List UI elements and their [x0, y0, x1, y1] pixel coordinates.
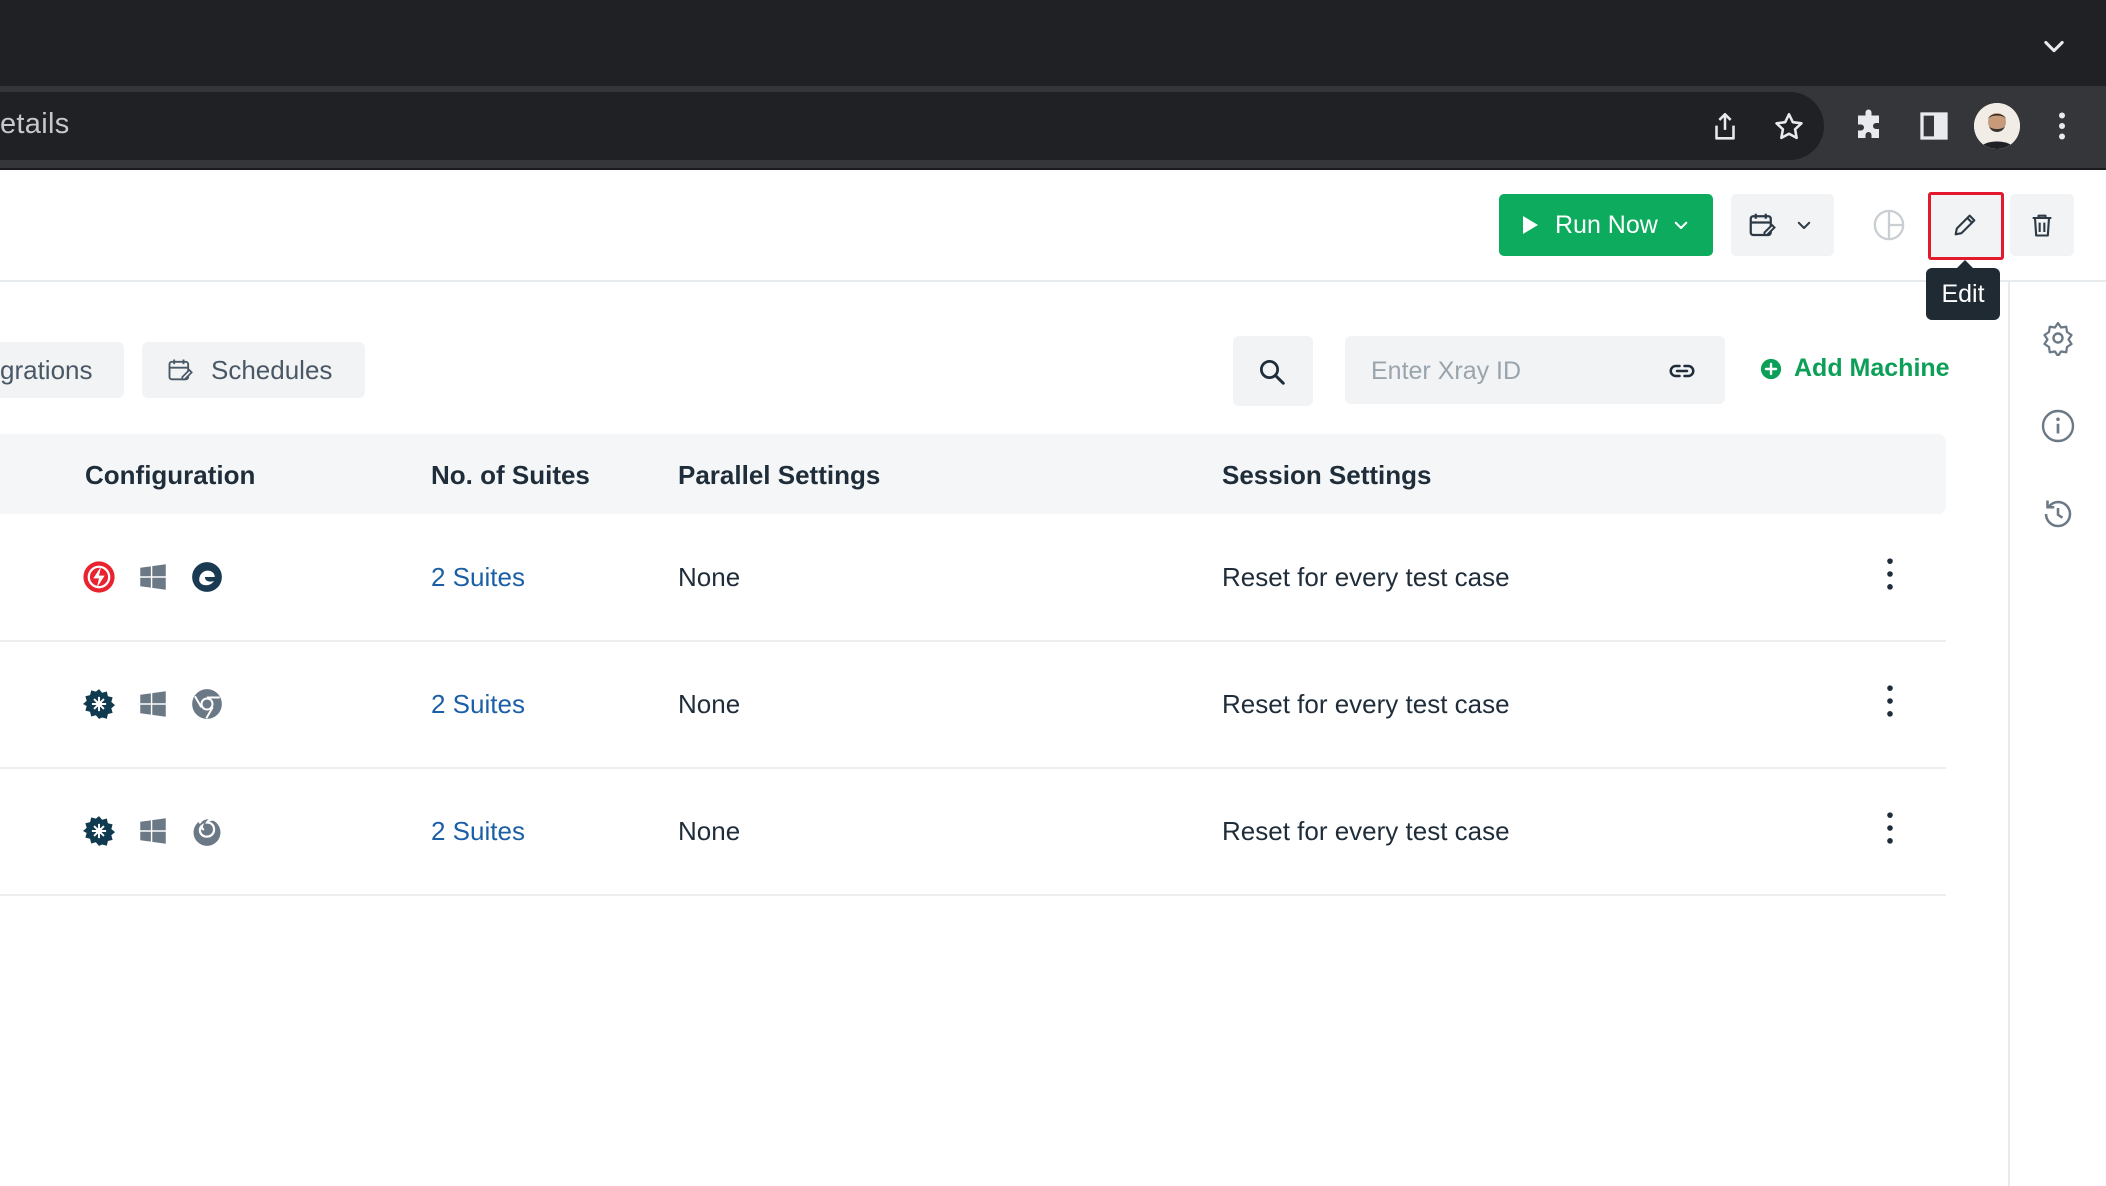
- address-bar[interactable]: etails: [0, 92, 1824, 160]
- edit-button[interactable]: [1928, 192, 2004, 260]
- browser-toolbar: etails: [0, 86, 2106, 170]
- column-header-suites: No. of Suites: [431, 460, 590, 490]
- chevron-down-icon: [1797, 221, 1811, 229]
- windows-icon: [140, 691, 166, 717]
- calendar-edit-icon: [1749, 213, 1776, 237]
- suites-link[interactable]: 2 Suites: [431, 689, 525, 720]
- tab-schedules[interactable]: Schedules: [142, 342, 365, 398]
- table-row[interactable]: 2 Suites None Reset for every test case: [0, 641, 1946, 769]
- calendar-edit-icon: [168, 359, 193, 381]
- tab-integrations-label: grations: [0, 354, 93, 385]
- trash-icon: [2032, 214, 2052, 237]
- info-icon[interactable]: [2040, 408, 2076, 444]
- row-menu-icon[interactable]: [1876, 681, 1904, 721]
- column-header-configuration: Configuration: [85, 460, 256, 490]
- share-icon[interactable]: [1708, 110, 1742, 144]
- table-row[interactable]: 2 Suites None Reset for every test case: [0, 514, 1946, 642]
- session-value: Reset for every test case: [1222, 689, 1510, 719]
- edge-icon: [192, 562, 222, 592]
- pie-chart-icon: [1873, 209, 1905, 241]
- bookmark-star-icon[interactable]: [1772, 110, 1806, 144]
- session-value: Reset for every test case: [1222, 562, 1510, 592]
- tab-integrations[interactable]: grations: [0, 342, 124, 398]
- side-panel-icon[interactable]: [1916, 108, 1952, 144]
- add-machine-button[interactable]: Add Machine: [1760, 354, 1950, 383]
- windows-icon: [140, 818, 166, 844]
- plus-circle-icon: [1760, 358, 1782, 379]
- firefox-icon: [193, 817, 221, 846]
- column-header-session: Session Settings: [1222, 460, 1432, 490]
- xray-id-input[interactable]: [1345, 336, 1673, 406]
- play-icon: [1523, 216, 1538, 234]
- suites-link[interactable]: 2 Suites: [431, 816, 525, 847]
- row-menu-icon[interactable]: [1876, 554, 1904, 594]
- parallel-value: None: [678, 562, 741, 592]
- settings-gear-icon[interactable]: [2040, 320, 2076, 356]
- browser-tab-strip: [0, 0, 2106, 86]
- history-icon[interactable]: [2040, 496, 2076, 532]
- pencil-icon: [1954, 214, 1976, 236]
- add-machine-label: Add Machine: [1794, 354, 1950, 382]
- session-value: Reset for every test case: [1222, 816, 1510, 846]
- extensions-puzzle-icon[interactable]: [1852, 108, 1888, 144]
- chevron-down-icon[interactable]: [1672, 216, 1690, 234]
- parallel-value: None: [678, 689, 741, 719]
- chrome-icon: [192, 689, 222, 719]
- edit-tooltip: Edit: [1926, 260, 2000, 320]
- table-row[interactable]: 2 Suites None Reset for every test case: [0, 768, 1946, 896]
- suites-link[interactable]: 2 Suites: [431, 562, 525, 593]
- configuration-icons: [82, 814, 244, 848]
- tab-schedules-label: Schedules: [211, 354, 333, 385]
- profile-avatar[interactable]: [1974, 103, 2020, 149]
- windows-icon: [140, 564, 166, 590]
- run-now-button[interactable]: Run Now: [1499, 194, 1713, 256]
- report-chart-button[interactable]: [1858, 194, 1920, 256]
- profile-photo-icon: [1974, 103, 2020, 149]
- table-header: Configuration No. of Suites Parallel Set…: [0, 434, 1946, 514]
- column-header-parallel: Parallel Settings: [678, 460, 881, 490]
- tab-search-chevron-icon[interactable]: [2040, 32, 2068, 60]
- run-now-label: Run Now: [1555, 210, 1658, 239]
- link-icon[interactable]: [1667, 356, 1697, 386]
- delete-button[interactable]: [2010, 194, 2074, 256]
- browser-menu-icon[interactable]: [2044, 108, 2080, 144]
- configuration-icons: [82, 560, 244, 594]
- gear-grid-icon: [82, 689, 116, 719]
- address-bar-text: etails: [0, 108, 70, 140]
- row-menu-icon[interactable]: [1876, 808, 1904, 848]
- lambda-icon: [83, 561, 115, 593]
- search-icon: [1260, 360, 1285, 385]
- xray-id-field: [1345, 336, 1725, 406]
- gear-grid-icon: [82, 816, 116, 846]
- configuration-icons: [82, 687, 244, 721]
- parallel-value: None: [678, 816, 741, 846]
- schedule-dropdown-button[interactable]: [1731, 194, 1834, 256]
- search-button[interactable]: [1233, 336, 1313, 406]
